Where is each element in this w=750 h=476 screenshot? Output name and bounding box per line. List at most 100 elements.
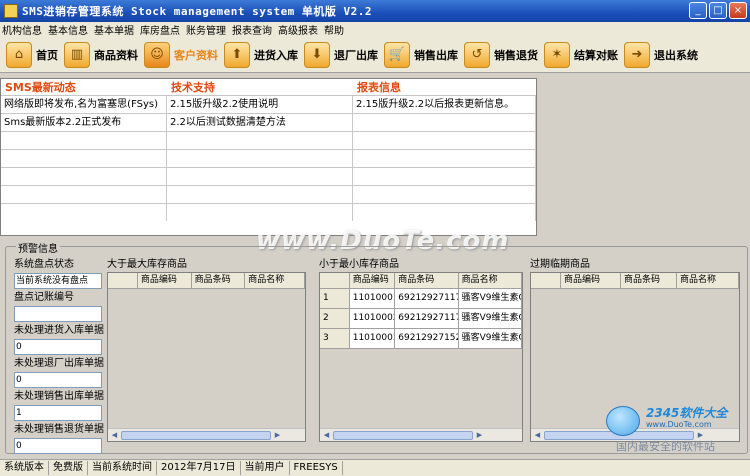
menu-inventory-check[interactable]: 库房盘点: [140, 22, 180, 37]
maximize-button[interactable]: □: [709, 2, 727, 19]
customer-info-button[interactable]: ☺ 客户资料: [144, 40, 218, 70]
column-header[interactable]: 商品名称: [677, 273, 739, 289]
horizontal-scrollbar[interactable]: ◀ ▶: [108, 428, 305, 441]
settlement-icon: ✶: [544, 41, 570, 68]
return-factory-icon: ⬇: [304, 41, 330, 68]
field-label: 未处理退厂出库单据: [14, 358, 104, 369]
toolbar: ⌂ 首页 ▥ 商品资料 ☺ 客户资料 ⬆ 进货入库 ⬇ 退厂出库 🛒 销售出库 …: [0, 37, 750, 73]
watermark-slogan: 国内最安全的软件站: [616, 440, 715, 453]
row-header-corner: [108, 273, 138, 289]
news-link[interactable]: 网络版即将发布,名为富塞思(FSys): [1, 96, 167, 113]
stock-in-button[interactable]: ⬆ 进货入库: [224, 40, 298, 70]
menu-accounts[interactable]: 账务管理: [186, 22, 226, 37]
info-row: [1, 203, 536, 221]
report-link[interactable]: [353, 114, 536, 131]
status-time-label: 当前系统时间: [88, 461, 157, 475]
app-icon: [4, 4, 18, 18]
max-stock-grid[interactable]: 商品编码 商品条码 商品名称 ◀ ▶: [107, 272, 306, 442]
scroll-left-icon[interactable]: ◀: [320, 429, 333, 441]
product-info-button[interactable]: ▥ 商品资料: [64, 40, 138, 70]
pending-return-factory-field[interactable]: 0: [14, 372, 102, 388]
column-header[interactable]: 商品编码: [137, 273, 192, 289]
home-icon: ⌂: [6, 41, 32, 68]
sales-return-icon: ↺: [464, 41, 490, 68]
report-link[interactable]: 2.15版升级2.2以后报表更新信息。: [353, 96, 536, 113]
scroll-left-icon[interactable]: ◀: [531, 429, 544, 441]
stock-in-icon: ⬆: [224, 41, 250, 68]
column-header[interactable]: 商品编码: [561, 273, 621, 289]
info-row: [1, 149, 536, 167]
support-link[interactable]: 2.2以后测试数据清楚方法: [167, 114, 353, 131]
field-label: 盘点记账编号: [14, 292, 74, 303]
field-label: 未处理进货入库单据: [14, 325, 104, 336]
check-number-field[interactable]: [14, 306, 102, 322]
scroll-right-icon[interactable]: ▶: [271, 429, 284, 441]
column-header[interactable]: 商品名称: [458, 273, 522, 289]
watermark-brand: 2345软件大全: [646, 406, 728, 420]
menu-basic-info[interactable]: 基本信息: [48, 22, 88, 37]
menu-org-info[interactable]: 机构信息: [2, 22, 42, 37]
return-factory-button[interactable]: ⬇ 退厂出库: [304, 40, 378, 70]
menu-basic-docs[interactable]: 基本单据: [94, 22, 134, 37]
pending-stock-in-field[interactable]: 0: [14, 339, 102, 355]
mascot-icon: [606, 406, 640, 436]
table-row[interactable]: 3 11010003 6921292715299 骚客V9维生素C: [320, 329, 522, 349]
close-button[interactable]: ×: [729, 2, 747, 19]
scroll-thumb[interactable]: [333, 430, 473, 440]
info-row: 网络版即将发布,名为富塞思(FSys) 2.15版升级2.2使用说明 2.15版…: [1, 95, 536, 113]
pending-sales-return-field[interactable]: 0: [14, 438, 102, 454]
column-header[interactable]: 商品条码: [621, 273, 677, 289]
site-watermark: 2345软件大全 www.DuoTe.com 国内最安全的软件站: [596, 402, 750, 458]
status-version-value: 免费版: [49, 461, 88, 475]
field-label: 未处理销售退货单据: [14, 424, 104, 435]
max-stock-panel: 大于最大库存商品 商品编码 商品条码 商品名称 ◀ ▶: [107, 258, 306, 442]
field-label: 未处理销售出库单据: [14, 391, 104, 402]
header-sms-news: SMS最新动态: [5, 81, 76, 94]
status-user-label: 当前用户: [241, 461, 290, 475]
info-row: [1, 185, 536, 203]
status-column: 系统盘点状态 当前系统没有盘点 盘点记账编号 未处理进货入库单据 0 未处理退厂…: [14, 258, 104, 456]
horizontal-scrollbar[interactable]: ◀ ▶: [320, 428, 522, 441]
menu-report-query[interactable]: 报表查询: [232, 22, 272, 37]
sales-return-button[interactable]: ↺ 销售退货: [464, 40, 538, 70]
column-header[interactable]: 商品条码: [395, 273, 459, 289]
status-time-value: 2012年7月17日: [157, 461, 241, 475]
row-header-corner: [531, 273, 561, 289]
sales-out-button[interactable]: 🛒 销售出库: [384, 40, 458, 70]
panel-title: 过期临期商品: [530, 259, 590, 270]
menu-advanced-report[interactable]: 高级报表: [278, 22, 318, 37]
window-title: SMS进销存管理系统 Stock management system 单机版 V…: [22, 5, 373, 18]
scroll-right-icon[interactable]: ▶: [473, 429, 486, 441]
warning-group-title: 预警信息: [16, 240, 60, 255]
sales-out-icon: 🛒: [384, 41, 410, 68]
status-version-label: 系统版本: [0, 461, 49, 475]
header-tech-support: 技术支持: [171, 81, 215, 94]
info-row: [1, 167, 536, 185]
settlement-button[interactable]: ✶ 结算对账: [544, 40, 618, 70]
home-button[interactable]: ⌂ 首页: [6, 40, 58, 70]
min-stock-grid[interactable]: 商品编码 商品条码 商品名称 1 11010001 6921292711721 …: [319, 272, 523, 442]
column-header[interactable]: 商品名称: [245, 273, 305, 289]
pending-sales-out-field[interactable]: 1: [14, 405, 102, 421]
support-link[interactable]: 2.15版升级2.2使用说明: [167, 96, 353, 113]
minimize-button[interactable]: _: [689, 2, 707, 19]
header-report-info: 报表信息: [357, 81, 401, 94]
info-row: Sms最新版本2.2正式发布 2.2以后测试数据清楚方法: [1, 113, 536, 131]
panel-title: 小于最小库存商品: [319, 259, 399, 270]
column-header[interactable]: 商品编码: [349, 273, 396, 289]
row-header-corner: [320, 273, 350, 289]
status-bar: 系统版本 免费版 当前系统时间 2012年7月17日 当前用户 FREESYS: [0, 459, 750, 476]
column-header[interactable]: 商品条码: [191, 273, 246, 289]
status-label: 系统盘点状态: [14, 259, 74, 270]
empty-area: [538, 78, 750, 236]
exit-button[interactable]: ➜ 退出系统: [624, 40, 698, 70]
scroll-thumb[interactable]: [121, 430, 271, 440]
info-row: [1, 131, 536, 149]
status-field[interactable]: 当前系统没有盘点: [14, 273, 102, 289]
table-row[interactable]: 2 11010002 6921292711738 骚客V9维生素C: [320, 309, 522, 329]
scroll-left-icon[interactable]: ◀: [108, 429, 121, 441]
min-stock-panel: 小于最小库存商品 商品编码 商品条码 商品名称 1 11010001 69212…: [319, 258, 523, 442]
news-link[interactable]: Sms最新版本2.2正式发布: [1, 114, 167, 131]
table-row[interactable]: 1 11010001 6921292711721 骚客V9维生素C: [320, 289, 522, 309]
menu-help[interactable]: 帮助: [324, 22, 344, 37]
